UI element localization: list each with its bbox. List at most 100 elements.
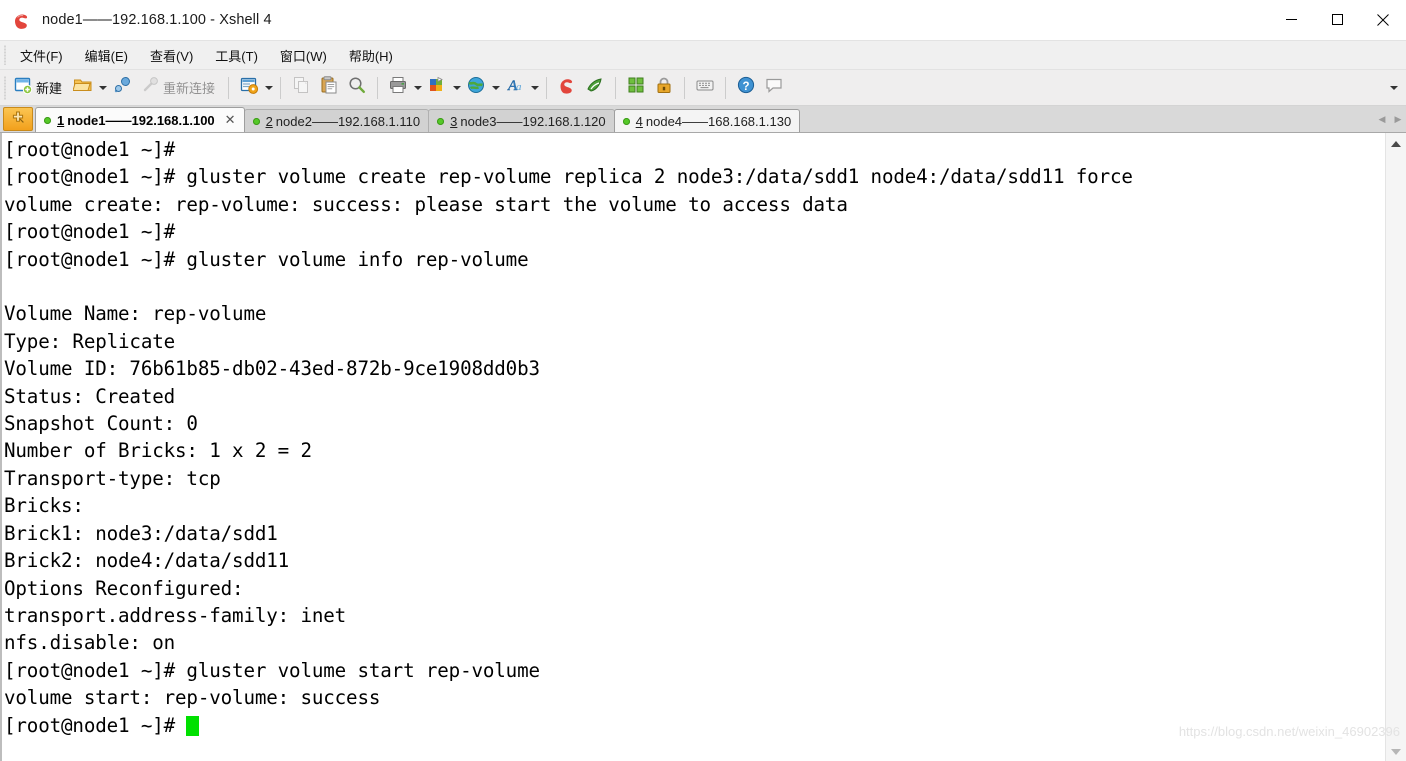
- disconnect-plug-icon: [140, 75, 160, 100]
- terminal-scrollbar[interactable]: [1385, 133, 1406, 761]
- terminal-line: Options Reconfigured:: [4, 576, 244, 600]
- scroll-up-button[interactable]: [1386, 135, 1406, 153]
- scroll-down-button[interactable]: [1386, 743, 1406, 761]
- tab-status-dot: [252, 117, 260, 125]
- copy-button[interactable]: [287, 73, 315, 103]
- question-help-icon: ?: [736, 75, 756, 100]
- tab-label: node3——192.168.1.120: [460, 113, 606, 129]
- arrange-button[interactable]: [622, 73, 650, 103]
- terminal-line: [root@node1 ~]# gluster volume start rep…: [4, 658, 540, 682]
- tab-node1[interactable]: 1 node1——192.168.1.100 ✕: [35, 107, 245, 132]
- terminal-line: [root@node1 ~]# gluster volume info rep-…: [4, 247, 529, 271]
- new-session-button[interactable]: 新建: [9, 73, 69, 103]
- toolbar-grip-handle[interactable]: [0, 70, 9, 105]
- tab-status-dot: [622, 117, 630, 125]
- xshell-button[interactable]: [553, 73, 581, 103]
- menu-tools[interactable]: 工具(T): [205, 42, 268, 69]
- find-button[interactable]: [343, 73, 371, 103]
- print-dropdown[interactable]: [412, 74, 423, 102]
- compose-bar-button[interactable]: [691, 73, 719, 103]
- color-scheme-button[interactable]: [423, 73, 451, 103]
- tab-index: 1: [57, 112, 65, 128]
- xshell-window: node1——192.168.1.100 - Xshell 4 文件(F) 编辑…: [0, 0, 1406, 761]
- tab-status-dot: [44, 116, 51, 124]
- terminal-line: volume start: rep-volume: success: [4, 686, 381, 710]
- lock-icon: [654, 75, 674, 100]
- menu-window[interactable]: 窗口(W): [270, 42, 337, 69]
- toolbar: 新建 重新连接 A a ?: [0, 69, 1406, 106]
- reconnect-button[interactable]: 重新连接: [136, 73, 222, 103]
- terminal-line: Volume Name: rep-volume: [4, 302, 267, 326]
- toolbar-separator: [725, 76, 727, 99]
- terminal-line: Volume ID: 76b61b85-db02-43ed-872b-9ce19…: [4, 357, 540, 381]
- menu-bar: 文件(F) 编辑(E) 查看(V) 工具(T) 窗口(W) 帮助(H): [0, 40, 1406, 69]
- scroll-track[interactable]: [1386, 153, 1406, 761]
- lock-button[interactable]: [650, 73, 678, 103]
- paste-icon: [319, 75, 339, 100]
- web-button[interactable]: [462, 73, 490, 103]
- toolbar-separator: [684, 76, 686, 99]
- new-tab-button[interactable]: [3, 107, 33, 131]
- chat-button[interactable]: [760, 73, 788, 103]
- web-dropdown[interactable]: [490, 74, 501, 102]
- tab-bar: 1 node1——192.168.1.100 ✕ 2 node2——192.16…: [0, 106, 1406, 133]
- tab-scroll-controls: ◀ ▶: [1371, 107, 1406, 132]
- terminal-line: nfs.disable: on: [4, 631, 176, 655]
- arrange-windows-icon: [626, 75, 646, 100]
- tab-scroll-left-icon[interactable]: ◀: [1374, 107, 1390, 132]
- print-button[interactable]: [384, 73, 412, 103]
- tab-label: node1——192.168.1.100: [67, 112, 215, 128]
- terminal-output[interactable]: [root@node1 ~]# [root@node1 ~]# gluster …: [0, 133, 1385, 761]
- new-window-icon: [13, 75, 33, 100]
- terminal-line: Brick1: node3:/data/sdd1: [4, 521, 278, 545]
- printer-icon: [388, 75, 408, 100]
- tab-node2[interactable]: 2 node2——192.168.1.110: [243, 109, 430, 132]
- close-button[interactable]: [1360, 0, 1406, 39]
- menu-edit[interactable]: 编辑(E): [75, 42, 138, 69]
- font-dropdown[interactable]: [529, 74, 540, 102]
- speech-bubble-icon: [764, 75, 784, 100]
- minimize-button[interactable]: [1268, 0, 1314, 39]
- color-scheme-dropdown[interactable]: [451, 74, 462, 102]
- paste-button[interactable]: [315, 73, 343, 103]
- menu-file[interactable]: 文件(F): [10, 42, 73, 69]
- terminal-line: [root@node1 ~]# gluster volume create re…: [4, 165, 1133, 189]
- color-palette-icon: [427, 75, 447, 100]
- maximize-button[interactable]: [1314, 0, 1360, 39]
- toolbar-separator: [228, 76, 230, 99]
- terminal-cursor: [186, 715, 200, 736]
- tab-close-icon[interactable]: ✕: [225, 112, 236, 128]
- connect-button[interactable]: [108, 73, 136, 103]
- tab-status-dot: [437, 117, 445, 125]
- terminal-line: volume create: rep-volume: success: plea…: [4, 192, 848, 216]
- font-button[interactable]: A a: [501, 73, 529, 103]
- connect-plug-icon: [112, 75, 132, 100]
- terminal-line: [root@node1 ~]#: [4, 220, 176, 244]
- tab-index: 3: [450, 113, 458, 129]
- terminal-line: Transport-type: tcp: [4, 466, 221, 490]
- svg-text:?: ?: [743, 81, 750, 93]
- tab-scroll-right-icon[interactable]: ▶: [1390, 107, 1406, 132]
- tab-node3[interactable]: 3 node3——192.168.1.120: [428, 109, 615, 132]
- title-bar: node1——192.168.1.100 - Xshell 4: [0, 0, 1406, 40]
- toolbar-overflow-button[interactable]: [1390, 70, 1398, 105]
- menu-help[interactable]: 帮助(H): [339, 42, 403, 69]
- window-properties-icon: [239, 75, 259, 100]
- terminal-line: [root@node1 ~]#: [4, 138, 176, 161]
- open-folder-dropdown[interactable]: [97, 74, 108, 102]
- tab-label: node4——168.168.1.130: [645, 113, 792, 129]
- menu-grip-handle[interactable]: [0, 41, 9, 69]
- xftp-button[interactable]: [581, 73, 609, 103]
- menu-view[interactable]: 查看(V): [140, 42, 203, 69]
- open-folder-icon: [72, 75, 93, 100]
- help-button[interactable]: ?: [732, 73, 760, 103]
- open-folder-button[interactable]: [69, 73, 97, 103]
- tab-node4[interactable]: 4 node4——168.168.1.130: [613, 109, 801, 132]
- terminal-line: Number of Bricks: 1 x 2 = 2: [4, 439, 312, 463]
- terminal-line: Brick2: node4:/data/sdd11: [4, 549, 290, 573]
- terminal-prompt: [root@node1 ~]#: [4, 713, 187, 737]
- session-properties-dropdown[interactable]: [263, 74, 274, 102]
- session-properties-button[interactable]: [235, 73, 263, 103]
- terminal-line: transport.address-family: inet: [4, 603, 347, 627]
